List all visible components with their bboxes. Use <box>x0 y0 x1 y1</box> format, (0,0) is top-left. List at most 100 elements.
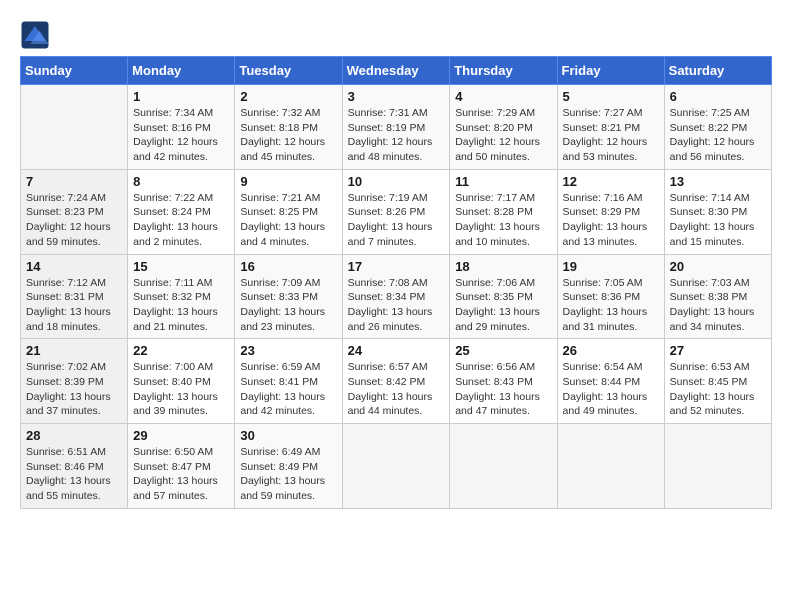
day-number: 1 <box>133 89 229 104</box>
calendar-cell: 25 Sunrise: 6:56 AM Sunset: 8:43 PM Dayli… <box>450 339 557 424</box>
calendar-cell <box>664 424 771 509</box>
day-info: Sunrise: 6:53 AM Sunset: 8:45 PM Dayligh… <box>670 360 766 419</box>
calendar-cell: 9Sunrise: 7:21 AM Sunset: 8:25 PM Daylig… <box>235 169 342 254</box>
day-number: 11 <box>455 174 551 189</box>
calendar-cell: 6 Sunrise: 7:25 AM Sunset: 8:22 PM Daylig… <box>664 85 771 170</box>
day-number: 8 <box>133 174 229 189</box>
day-info: Sunrise: 7:09 AM Sunset: 8:33 PM Dayligh… <box>240 276 336 335</box>
day-info: Sunrise: 7:34 AM Sunset: 8:16 PM Dayligh… <box>133 106 229 165</box>
day-number: 23 <box>240 343 336 358</box>
day-info: Sunrise: 6:54 AM Sunset: 8:44 PM Dayligh… <box>563 360 659 419</box>
day-number: 3 <box>348 89 445 104</box>
day-info: Sunrise: 6:49 AM Sunset: 8:49 PM Dayligh… <box>240 445 336 504</box>
day-number: 28 <box>26 428 122 443</box>
calendar-cell: 7Sunrise: 7:24 AM Sunset: 8:23 PM Daylig… <box>21 169 128 254</box>
weekday-header: Thursday <box>450 57 557 85</box>
calendar-cell <box>342 424 450 509</box>
calendar-table: SundayMondayTuesdayWednesdayThursdayFrid… <box>20 56 772 509</box>
day-number: 13 <box>670 174 766 189</box>
day-number: 15 <box>133 259 229 274</box>
day-number: 6 <box>670 89 766 104</box>
day-number: 30 <box>240 428 336 443</box>
calendar-cell: 24Sunrise: 6:57 AM Sunset: 8:42 PM Dayli… <box>342 339 450 424</box>
calendar-cell: 18 Sunrise: 7:06 AM Sunset: 8:35 PM Dayli… <box>450 254 557 339</box>
calendar-week-row: 21 Sunrise: 7:02 AM Sunset: 8:39 PM Dayli… <box>21 339 772 424</box>
calendar-cell <box>557 424 664 509</box>
day-info: Sunrise: 6:50 AM Sunset: 8:47 PM Dayligh… <box>133 445 229 504</box>
calendar-cell: 23 Sunrise: 6:59 AM Sunset: 8:41 PM Dayli… <box>235 339 342 424</box>
weekday-header: Sunday <box>21 57 128 85</box>
calendar-cell: 19 Sunrise: 7:05 AM Sunset: 8:36 PM Dayli… <box>557 254 664 339</box>
day-info: Sunrise: 7:25 AM Sunset: 8:22 PM Dayligh… <box>670 106 766 165</box>
day-number: 5 <box>563 89 659 104</box>
day-number: 29 <box>133 428 229 443</box>
day-number: 4 <box>455 89 551 104</box>
day-number: 18 <box>455 259 551 274</box>
day-number: 22 <box>133 343 229 358</box>
logo <box>20 20 54 50</box>
day-number: 20 <box>670 259 766 274</box>
calendar-cell <box>21 85 128 170</box>
day-info: Sunrise: 7:02 AM Sunset: 8:39 PM Dayligh… <box>26 360 122 419</box>
day-number: 25 <box>455 343 551 358</box>
calendar-cell: 16 Sunrise: 7:09 AM Sunset: 8:33 PM Dayli… <box>235 254 342 339</box>
day-number: 19 <box>563 259 659 274</box>
calendar-week-row: 1 Sunrise: 7:34 AM Sunset: 8:16 PM Daylig… <box>21 85 772 170</box>
calendar-cell: 21 Sunrise: 7:02 AM Sunset: 8:39 PM Dayli… <box>21 339 128 424</box>
calendar-cell: 10 Sunrise: 7:19 AM Sunset: 8:26 PM Dayli… <box>342 169 450 254</box>
day-info: Sunrise: 7:17 AM Sunset: 8:28 PM Dayligh… <box>455 191 551 250</box>
day-info: Sunrise: 7:12 AM Sunset: 8:31 PM Dayligh… <box>26 276 122 335</box>
calendar-cell: 8Sunrise: 7:22 AM Sunset: 8:24 PM Daylig… <box>128 169 235 254</box>
day-info: Sunrise: 7:16 AM Sunset: 8:29 PM Dayligh… <box>563 191 659 250</box>
calendar-cell: 11 Sunrise: 7:17 AM Sunset: 8:28 PM Dayli… <box>450 169 557 254</box>
weekday-header: Monday <box>128 57 235 85</box>
calendar-week-row: 14 Sunrise: 7:12 AM Sunset: 8:31 PM Dayli… <box>21 254 772 339</box>
calendar-cell: 13Sunrise: 7:14 AM Sunset: 8:30 PM Dayli… <box>664 169 771 254</box>
calendar-cell: 29 Sunrise: 6:50 AM Sunset: 8:47 PM Dayli… <box>128 424 235 509</box>
day-number: 2 <box>240 89 336 104</box>
day-number: 16 <box>240 259 336 274</box>
day-number: 21 <box>26 343 122 358</box>
calendar-cell: 22 Sunrise: 7:00 AM Sunset: 8:40 PM Dayli… <box>128 339 235 424</box>
weekday-header: Tuesday <box>235 57 342 85</box>
day-info: Sunrise: 7:03 AM Sunset: 8:38 PM Dayligh… <box>670 276 766 335</box>
day-info: Sunrise: 7:27 AM Sunset: 8:21 PM Dayligh… <box>563 106 659 165</box>
logo-icon <box>20 20 50 50</box>
calendar-cell: 4 Sunrise: 7:29 AM Sunset: 8:20 PM Daylig… <box>450 85 557 170</box>
day-number: 12 <box>563 174 659 189</box>
weekday-header-row: SundayMondayTuesdayWednesdayThursdayFrid… <box>21 57 772 85</box>
calendar-cell: 5 Sunrise: 7:27 AM Sunset: 8:21 PM Daylig… <box>557 85 664 170</box>
day-info: Sunrise: 7:06 AM Sunset: 8:35 PM Dayligh… <box>455 276 551 335</box>
day-info: Sunrise: 7:31 AM Sunset: 8:19 PM Dayligh… <box>348 106 445 165</box>
day-info: Sunrise: 7:19 AM Sunset: 8:26 PM Dayligh… <box>348 191 445 250</box>
day-number: 10 <box>348 174 445 189</box>
day-info: Sunrise: 6:51 AM Sunset: 8:46 PM Dayligh… <box>26 445 122 504</box>
calendar-cell: 12 Sunrise: 7:16 AM Sunset: 8:29 PM Dayli… <box>557 169 664 254</box>
day-info: Sunrise: 7:32 AM Sunset: 8:18 PM Dayligh… <box>240 106 336 165</box>
day-number: 27 <box>670 343 766 358</box>
day-number: 17 <box>348 259 445 274</box>
page-header <box>20 20 772 50</box>
calendar-cell: 28 Sunrise: 6:51 AM Sunset: 8:46 PM Dayli… <box>21 424 128 509</box>
calendar-cell: 27 Sunrise: 6:53 AM Sunset: 8:45 PM Dayli… <box>664 339 771 424</box>
calendar-cell: 17Sunrise: 7:08 AM Sunset: 8:34 PM Dayli… <box>342 254 450 339</box>
day-info: Sunrise: 6:59 AM Sunset: 8:41 PM Dayligh… <box>240 360 336 419</box>
day-info: Sunrise: 6:57 AM Sunset: 8:42 PM Dayligh… <box>348 360 445 419</box>
calendar-cell: 1 Sunrise: 7:34 AM Sunset: 8:16 PM Daylig… <box>128 85 235 170</box>
calendar-cell: 30 Sunrise: 6:49 AM Sunset: 8:49 PM Dayli… <box>235 424 342 509</box>
calendar-cell: 26 Sunrise: 6:54 AM Sunset: 8:44 PM Dayli… <box>557 339 664 424</box>
calendar-week-row: 7Sunrise: 7:24 AM Sunset: 8:23 PM Daylig… <box>21 169 772 254</box>
day-number: 7 <box>26 174 122 189</box>
day-info: Sunrise: 7:21 AM Sunset: 8:25 PM Dayligh… <box>240 191 336 250</box>
day-info: Sunrise: 7:05 AM Sunset: 8:36 PM Dayligh… <box>563 276 659 335</box>
calendar-cell: 20 Sunrise: 7:03 AM Sunset: 8:38 PM Dayli… <box>664 254 771 339</box>
day-info: Sunrise: 6:56 AM Sunset: 8:43 PM Dayligh… <box>455 360 551 419</box>
day-info: Sunrise: 7:29 AM Sunset: 8:20 PM Dayligh… <box>455 106 551 165</box>
weekday-header: Wednesday <box>342 57 450 85</box>
day-number: 26 <box>563 343 659 358</box>
day-number: 14 <box>26 259 122 274</box>
calendar-cell: 2 Sunrise: 7:32 AM Sunset: 8:18 PM Daylig… <box>235 85 342 170</box>
calendar-cell: 15Sunrise: 7:11 AM Sunset: 8:32 PM Dayli… <box>128 254 235 339</box>
day-info: Sunrise: 7:00 AM Sunset: 8:40 PM Dayligh… <box>133 360 229 419</box>
calendar-cell: 3 Sunrise: 7:31 AM Sunset: 8:19 PM Daylig… <box>342 85 450 170</box>
